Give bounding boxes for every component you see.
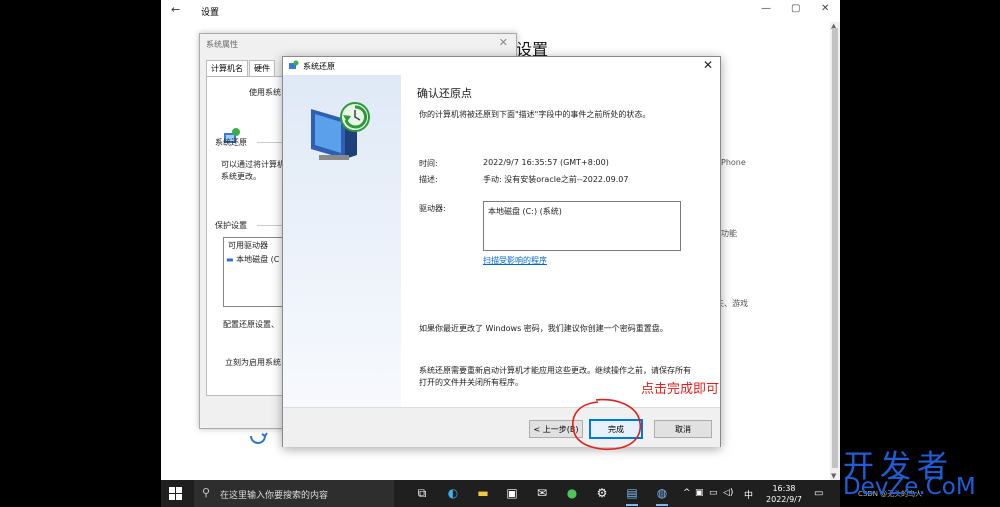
scroll-down-icon[interactable]: ▼ bbox=[831, 472, 836, 480]
restore-desc-1: 可以通过将计算机 bbox=[221, 160, 285, 169]
wizard-close-icon[interactable]: ✕ bbox=[703, 58, 713, 72]
display-icon[interactable]: ▭ bbox=[709, 488, 718, 498]
notification-icon[interactable]: ▭ bbox=[814, 488, 823, 499]
use-system-text: 使用系统 bbox=[249, 88, 281, 97]
wizard-titlebar: 系统还原 ✕ bbox=[283, 57, 720, 75]
volume-icon[interactable]: ◁) bbox=[723, 488, 733, 498]
tray-overflow-icon[interactable]: ^ bbox=[683, 488, 691, 498]
clock-date: 2022/9/7 bbox=[766, 495, 802, 504]
taskbar-search-box[interactable]: ⚲ 在这里输入你要搜索的内容 bbox=[194, 480, 394, 507]
ime-indicator[interactable]: 中 bbox=[744, 488, 753, 501]
protect-group-label: 保护设置 bbox=[215, 221, 247, 230]
annotation-circle bbox=[572, 398, 642, 450]
drive-listbox[interactable]: 本地磁盘 (C:) (系统) bbox=[483, 201, 681, 251]
drive-icon: ▬ bbox=[226, 255, 234, 264]
search-icon: ⚲ bbox=[202, 486, 211, 499]
wizard-title: 系统还原 bbox=[303, 62, 335, 71]
time-label: 时间: bbox=[419, 159, 438, 168]
system-restore-monitor-icon bbox=[311, 102, 370, 160]
sysprop-tabs: 计算机名 硬件 bbox=[206, 60, 276, 76]
drive-label: 驱动器: bbox=[419, 204, 446, 213]
settings-title: 设置 bbox=[201, 8, 220, 18]
enable-restore-text: 立刻为启用系统 bbox=[225, 358, 281, 367]
restart-note-line-1: 系统还原需要重新启动计算机才能应用这些更改。继续操作之前，请保存所有 bbox=[419, 366, 691, 375]
sysprop-close-icon[interactable]: ✕ bbox=[499, 36, 508, 49]
wizard-footer: < 上一步(B) 完成 取消 bbox=[283, 407, 720, 447]
drives-header: 可用驱动器 bbox=[228, 241, 268, 250]
system-restore-title-icon bbox=[289, 60, 299, 69]
refresh-icon bbox=[250, 432, 268, 444]
tab-computer-name[interactable]: 计算机名 bbox=[206, 60, 248, 76]
desc-value: 手动: 没有安装oracle之前--2022.09.07 bbox=[483, 175, 629, 184]
tab-hardware[interactable]: 硬件 bbox=[249, 60, 275, 76]
drive-item-label: 本地磁盘 (C bbox=[236, 255, 280, 264]
watermark-en: DevZe.CoM bbox=[843, 474, 976, 500]
intro-text: 你的计算机将被还原到下面"描述"字段中的事件之前所处的状态。 bbox=[419, 110, 651, 119]
confirm-restore-heading: 确认还原点 bbox=[417, 87, 472, 100]
system-restore-taskbar-icon[interactable]: ◍ bbox=[654, 485, 670, 506]
restore-desc-2: 系统更改。 bbox=[221, 172, 261, 181]
wizard-content: 确认还原点 你的计算机将被还原到下面"描述"字段中的事件之前所处的状态。 时间:… bbox=[401, 75, 721, 407]
scrollbar-thumb[interactable] bbox=[832, 28, 838, 468]
app-green-icon[interactable]: ● bbox=[564, 485, 580, 501]
cancel-button[interactable]: 取消 bbox=[654, 420, 712, 438]
config-restore-text: 配置还原设置、 bbox=[223, 320, 279, 329]
network-icon[interactable]: ▣ bbox=[695, 488, 704, 498]
settings-fragment-phone: Phone bbox=[721, 158, 746, 167]
restart-note-line-2: 打开的文件并关闭所有程序。 bbox=[419, 378, 523, 387]
taskbar: ⚲ 在这里输入你要搜索的内容 ⧉ ◐ ▬ ▣ ✉ ● ⚙ ▤ ◍ ^ ▣ ▭ ◁… bbox=[161, 480, 840, 507]
annotation-note: 点击完成即可 bbox=[641, 382, 720, 397]
store-icon[interactable]: ▣ bbox=[504, 485, 520, 501]
settings-fragment-func: 功能 bbox=[721, 229, 737, 238]
windows-start-icon[interactable] bbox=[169, 487, 182, 500]
clock-time: 16:38 bbox=[772, 484, 796, 493]
taskbar-clock[interactable]: 16:38 2022/9/7 bbox=[759, 483, 809, 505]
settings-scrollbar[interactable]: ▲ ▼ bbox=[830, 22, 840, 480]
sysprop-title: 系统属性 bbox=[206, 40, 238, 49]
time-value: 2022/9/7 16:35:57 (GMT+8:00) bbox=[483, 158, 609, 167]
settings-gear-icon[interactable]: ⚙ bbox=[594, 485, 610, 501]
drives-item-c[interactable]: ▬ 本地磁盘 (C bbox=[226, 254, 279, 265]
settings-window: ← 设置 — ▢ ✕ 设置 Phone 功能 夫、游戏 ▲ ▼ 系统属性 ✕ 计… bbox=[161, 0, 840, 507]
settings-titlebar: ← 设置 — ▢ ✕ bbox=[161, 0, 840, 22]
wizard-sidebar bbox=[283, 75, 401, 407]
desc-label: 描述: bbox=[419, 175, 438, 184]
file-explorer-icon[interactable]: ▬ bbox=[475, 485, 491, 501]
edge-browser-icon[interactable]: ◐ bbox=[445, 485, 461, 501]
system-properties-taskbar-icon[interactable]: ▤ bbox=[624, 485, 640, 506]
drive-value[interactable]: 本地磁盘 (C:) (系统) bbox=[488, 206, 562, 217]
back-arrow-icon[interactable]: ← bbox=[171, 3, 180, 16]
minimize-icon[interactable]: — bbox=[761, 3, 771, 14]
task-view-icon[interactable]: ⧉ bbox=[414, 485, 430, 501]
search-placeholder: 在这里输入你要搜索的内容 bbox=[220, 491, 329, 501]
maximize-icon[interactable]: ▢ bbox=[791, 3, 800, 14]
scan-affected-programs-link[interactable]: 扫描受影响的程序 bbox=[483, 255, 547, 266]
restore-group-label: 系统还原 bbox=[215, 138, 247, 147]
mail-icon[interactable]: ✉ bbox=[534, 485, 550, 501]
password-note: 如果你最近更改了 Windows 密码，我们建议你创建一个密码重置盘。 bbox=[419, 324, 668, 333]
close-icon[interactable]: ✕ bbox=[821, 3, 829, 14]
